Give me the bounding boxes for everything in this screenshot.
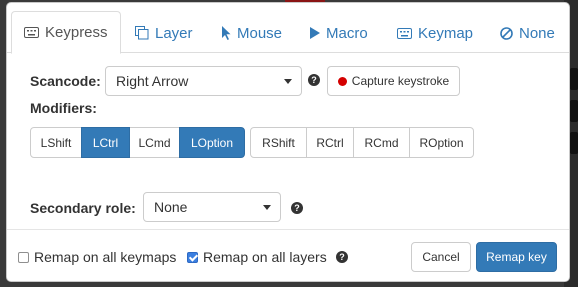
left-modifiers-group: LShift LCtrl LCmd LOption: [30, 127, 245, 158]
tab-label: Macro: [326, 24, 368, 42]
modifier-rctrl-button[interactable]: RCtrl: [306, 127, 354, 158]
cancel-button[interactable]: Cancel: [411, 242, 471, 272]
background-key: [570, 132, 578, 154]
keyboard-icon: [24, 27, 39, 38]
keyboard-icon: [397, 27, 412, 39]
capture-keystroke-label: Capture keystroke: [351, 74, 450, 88]
remap-all-keymaps-checkbox[interactable]: Remap on all keymaps: [18, 249, 176, 265]
tab-label: Keymap: [418, 24, 474, 42]
play-icon: [310, 27, 320, 39]
remap-all-keymaps-label: Remap on all keymaps: [34, 249, 177, 265]
remap-popover: Keypress Layer Mouse Macro Keymap None S…: [6, 2, 570, 282]
remap-key-button[interactable]: Remap key: [476, 242, 557, 272]
modifier-roption-button[interactable]: ROption: [409, 127, 474, 158]
mouse-pointer-icon: [221, 26, 231, 40]
checkbox-box[interactable]: [18, 251, 29, 263]
modifier-lctrl-button[interactable]: LCtrl: [81, 127, 130, 158]
chevron-down-icon: [263, 205, 271, 210]
help-icon[interactable]: ?: [291, 202, 303, 214]
tab-label: None: [519, 24, 555, 42]
help-icon[interactable]: ?: [336, 251, 348, 263]
scancode-value: Right Arrow: [116, 73, 189, 89]
remap-all-layers-label: Remap on all layers: [203, 249, 327, 265]
right-modifiers-group: RShift RCtrl RCmd ROption: [250, 127, 474, 158]
tab-label: Mouse: [237, 24, 283, 42]
popover-footer: Remap on all keymaps Remap on all layers…: [7, 229, 569, 281]
tab-label: Keypress: [45, 24, 108, 41]
modifier-lshift-button[interactable]: LShift: [30, 127, 82, 158]
tab-keymap[interactable]: Keymap: [397, 13, 473, 53]
remap-all-layers-checkbox[interactable]: Remap on all layers: [187, 249, 327, 265]
scancode-select[interactable]: Right Arrow: [105, 66, 302, 96]
ban-icon: [500, 26, 513, 40]
tab-layer[interactable]: Layer: [135, 13, 193, 53]
background-key: [570, 68, 578, 90]
secondary-role-label: Secondary role:: [30, 200, 136, 216]
record-icon: [337, 76, 347, 86]
help-icon[interactable]: ?: [308, 74, 320, 86]
tab-macro[interactable]: Macro: [310, 13, 368, 53]
modifier-rcmd-button[interactable]: RCmd: [353, 127, 410, 158]
tab-label: Layer: [155, 24, 193, 42]
tab-none[interactable]: None: [500, 13, 555, 53]
capture-keystroke-button[interactable]: Capture keystroke: [327, 66, 460, 96]
scancode-label: Scancode:: [30, 73, 101, 89]
background-key: [570, 100, 578, 122]
secondary-role-select[interactable]: None: [143, 192, 281, 222]
tab-mouse[interactable]: Mouse: [221, 13, 282, 53]
layers-icon: [135, 26, 149, 40]
modifiers-label: Modifiers:: [30, 100, 97, 116]
secondary-role-value: None: [154, 199, 188, 215]
tab-keypress[interactable]: Keypress: [11, 11, 121, 54]
chevron-down-icon: [284, 79, 292, 84]
tab-bar: Keypress Layer Mouse Macro Keymap None: [7, 3, 569, 54]
modifier-loption-button[interactable]: LOption: [179, 127, 245, 158]
modifier-rshift-button[interactable]: RShift: [250, 127, 307, 158]
modifier-lcmd-button[interactable]: LCmd: [129, 127, 180, 158]
checkbox-box[interactable]: [187, 251, 198, 263]
